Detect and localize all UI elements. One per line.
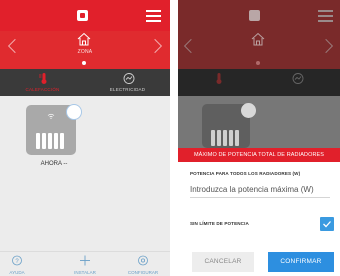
tab-electricity[interactable]: ELECTRICIDAD	[85, 69, 170, 96]
thermometer-icon	[216, 73, 222, 84]
tab-heating[interactable]: CALEFACCIÓN	[0, 69, 85, 96]
previous-zone-arrow-icon	[183, 38, 199, 54]
mode-tabs: CALEFACCIÓN ELECTRICIDAD	[0, 69, 170, 96]
page-indicator-dot	[256, 61, 260, 65]
plus-icon	[80, 255, 90, 266]
device-power-toggle[interactable]	[66, 104, 82, 120]
help-icon: ?	[12, 255, 22, 266]
cancel-button[interactable]: CANCELAR	[192, 252, 254, 272]
brand-logo-icon[interactable]	[77, 10, 88, 21]
device-status-text: AHORA --	[40, 161, 68, 167]
thermometer-icon	[39, 73, 47, 84]
home-icon	[77, 32, 91, 46]
nav-help[interactable]: ? AYUDA	[2, 255, 32, 276]
checkmark-icon	[323, 221, 331, 228]
main-screen: ZONA CALEFACCIÓN ELECTRICIDAD AHORA -- ?…	[0, 0, 170, 276]
confirm-button[interactable]: CONFIRMAR	[268, 252, 334, 272]
dimmed-mode-tabs	[178, 69, 340, 96]
top-bar	[0, 0, 170, 31]
hamburger-menu-icon[interactable]	[146, 10, 161, 22]
hamburger-menu-icon	[318, 10, 333, 22]
dimmed-zone-header	[178, 31, 340, 69]
zone-header: ZONA	[0, 31, 170, 69]
nav-configure-label: CONFIGURAR	[127, 270, 159, 275]
wifi-icon	[47, 113, 55, 119]
page-indicator-dot	[82, 61, 86, 65]
nav-install-label: INSTALAR	[74, 270, 96, 275]
brand-logo-icon	[249, 10, 260, 21]
max-power-input[interactable]	[190, 182, 330, 198]
zone-label: ZONA	[77, 49, 93, 55]
device-power-toggle	[241, 103, 256, 118]
bottom-navigation: ? AYUDA INSTALAR CONFIGURAR	[0, 251, 170, 276]
app-stage: ZONA CALEFACCIÓN ELECTRICIDAD AHORA -- ?…	[0, 0, 340, 276]
nav-install[interactable]: INSTALAR	[63, 255, 107, 276]
tab-heating-label: CALEFACCIÓN	[25, 87, 60, 92]
unlimited-power-label: SIN LÍMITE DE POTENCIA	[190, 221, 249, 226]
home-icon	[251, 32, 265, 46]
nav-configure[interactable]: CONFIGURAR	[118, 255, 168, 276]
svg-text:?: ?	[15, 259, 19, 265]
dimmed-top-bar	[178, 0, 340, 31]
nav-help-label: AYUDA	[9, 270, 25, 275]
power-field-label: POTENCIA PARA TODOS LOS RADIADORES (W)	[190, 171, 301, 176]
gauge-icon	[123, 73, 135, 84]
radiator-icon	[211, 130, 239, 146]
next-zone-arrow-icon	[318, 38, 334, 54]
tab-electricity-label: ELECTRICIDAD	[109, 87, 146, 92]
gauge-icon	[292, 73, 304, 84]
power-limit-screen: MÁXIMO DE POTENCIA TOTAL DE RADIADORES P…	[178, 0, 340, 276]
settings-icon	[138, 255, 148, 266]
modal-title: MÁXIMO DE POTENCIA TOTAL DE RADIADORES	[178, 148, 340, 162]
radiator-icon	[36, 133, 64, 149]
unlimited-power-checkbox[interactable]	[320, 217, 334, 231]
